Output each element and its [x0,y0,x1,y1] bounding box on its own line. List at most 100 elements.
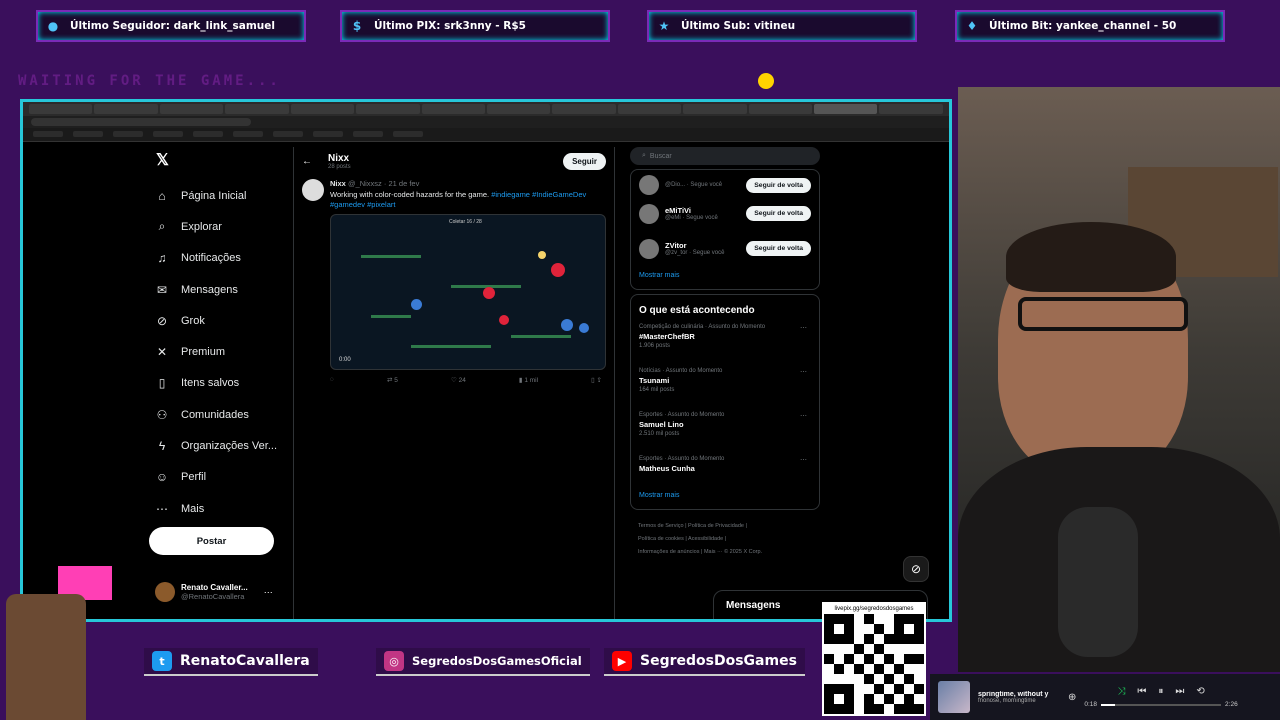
share-icon[interactable]: ⇪ [597,377,602,384]
nav-label: Mais [181,502,205,515]
x-premium-icon: ✕ [156,345,168,360]
tweet[interactable]: Nixx @_Nixxsz · 21 de fev Working with c… [294,175,614,388]
footer-line[interactable]: Termos de Serviço | Política de Privacid… [638,520,820,533]
reply-button[interactable]: ◌ [330,376,334,384]
bookmark[interactable] [33,131,63,137]
nav-messages[interactable]: ✉ Mensagens [143,274,283,305]
more-icon[interactable]: ⋯ [800,324,807,332]
bookmark[interactable] [73,131,103,137]
bookmark-icon: ▯ [591,377,595,384]
suggestion-handle: @eMi · Segue você [665,215,718,221]
browser-tab[interactable] [94,104,158,114]
webcam-feed [958,87,1280,672]
previous-icon[interactable]: ⏮ [1137,686,1146,697]
browser-tab-active[interactable] [814,104,878,114]
progress-bar[interactable] [1101,703,1222,706]
follow-back-button[interactable]: Seguir de volta [746,206,811,221]
show-more-link[interactable]: Mostrar mais [639,266,811,285]
pix-qr-code: livepix.gg/segredosdosgames [822,602,926,716]
footer-line[interactable]: Informações de anúncios | Mais ··· © 202… [638,546,820,559]
views-button[interactable]: ▮ 1 mil [519,376,538,384]
browser-tab[interactable] [552,104,616,114]
shuffle-icon[interactable]: ⤨ [1117,686,1125,697]
nav-notifications[interactable]: ♫ Notificações [143,243,283,274]
follow-suggestion[interactable]: @Dio... · Segue você Seguir de volta [639,174,811,196]
trend-posts: 2.510 mil posts [639,431,680,437]
back-arrow-icon[interactable]: ← [302,156,312,167]
nav-grok[interactable]: ⊘ Grok [143,305,283,336]
browser-tab[interactable] [225,104,289,114]
tweet-author[interactable]: Nixx [330,179,346,188]
trend-item[interactable]: Esportes · Assunto do Momento Matheus Cu… [639,456,811,486]
bookmark-button[interactable]: ▯ ⇪ [591,376,602,384]
social-handle: RenatoCavallera [180,653,310,669]
browser-tab[interactable] [356,104,420,114]
trend-item[interactable]: Esportes · Assunto do Momento Samuel Lin… [639,412,811,456]
browser-tab[interactable] [879,104,943,114]
x-logo-icon[interactable]: 𝕏 [156,150,283,170]
tweet-video[interactable]: Coletar 16 / 28 0:00 [330,214,606,370]
follow-button[interactable]: Seguir [563,152,606,170]
show-more-trends-link[interactable]: Mostrar mais [639,486,811,505]
bookmark[interactable] [353,131,383,137]
bookmark[interactable] [393,131,423,137]
nav-more[interactable]: ⋯ Mais [143,493,283,524]
nav-profile[interactable]: ☺ Perfil [143,462,283,493]
nav-premium[interactable]: ✕ Premium [143,336,283,367]
alert-text: Último Bit: yankee_channel - 50 [989,20,1177,32]
browser-tab[interactable] [159,104,224,114]
browser-tab-strip[interactable] [23,102,949,116]
post-button[interactable]: Postar [149,527,274,555]
trend-item[interactable]: Competição de culinária · Assunto do Mom… [639,324,811,368]
nav-bookmarks[interactable]: ▯ Itens salvos [143,368,283,399]
address-bar[interactable] [31,118,251,126]
more-icon[interactable]: ⋯ [800,368,807,376]
browser-tab[interactable] [748,104,813,114]
browser-tab[interactable] [683,104,747,114]
grok-float-button[interactable]: ⊘ [903,556,929,582]
platform [361,255,421,258]
search-input[interactable]: ⌕ Buscar [630,147,820,165]
follow-suggestion[interactable]: eMiTiVi @eMi · Segue você Seguir de volta [639,196,811,231]
follow-back-button[interactable]: Seguir de volta [746,241,811,256]
follow-back-button[interactable]: Seguir de volta [746,177,811,193]
bookmark[interactable] [153,131,183,137]
bookmark[interactable] [313,131,343,137]
trend-item[interactable]: Notícias · Assunto do Momento Tsunami 16… [639,368,811,412]
browser-tab[interactable] [617,104,682,114]
bookmark[interactable] [193,131,223,137]
repeat-icon[interactable]: ⟲ [1196,686,1204,697]
browser-tab[interactable] [290,104,355,114]
footer-line[interactable]: Política de cookies | Acessibilidade | [638,533,820,546]
bookmark[interactable] [273,131,303,137]
browser-tab[interactable] [421,104,485,114]
search-icon: ⌕ [158,219,166,234]
browser-tab[interactable] [29,104,93,114]
nav-explore[interactable]: ⌕ Explorar [143,211,283,242]
next-icon[interactable]: ⏭ [1175,686,1184,697]
twitter-icon: t [152,651,172,671]
suggestion-handle: @Dio... · Segue você [665,182,723,188]
more-icon[interactable]: ⋯ [800,412,807,420]
alert-follower: ● Último Seguidor: dark_link_samuel [36,10,306,42]
bookmark[interactable] [233,131,263,137]
nav-home[interactable]: ⌂ Página Inicial [143,180,283,211]
nav-communities[interactable]: ⚇ Comunidades [143,399,283,430]
more-icon[interactable]: ⋯ [264,587,273,598]
more-icon[interactable]: ⋯ [800,456,807,464]
bookmark[interactable] [113,131,143,137]
pause-icon[interactable]: ⏸ [1158,686,1163,697]
streamer-glasses [1018,297,1188,331]
browser-tab[interactable] [486,104,551,114]
nav-verified-orgs[interactable]: ϟ Organizações Ver... [143,430,283,461]
retweet-button[interactable]: ⇄ 5 [387,376,398,384]
nav-label: Perfil [181,471,207,484]
like-button[interactable]: ♡ 24 [451,376,466,384]
follow-suggestion[interactable]: ZVitor @zv_tor · Segue você Seguir de vol… [639,231,811,266]
add-icon[interactable]: ⊕ [1068,692,1076,703]
avatar[interactable] [302,179,324,201]
suggestion-name: eMiTiVi [665,206,691,215]
account-switcher[interactable]: Renato Cavaller... @RenatoCavallera ⋯ [155,582,273,602]
right-column: ⌕ Buscar @Dio... · Segue você Seguir de v… [630,147,820,559]
social-twitter: t RenatoCavallera [144,648,318,676]
